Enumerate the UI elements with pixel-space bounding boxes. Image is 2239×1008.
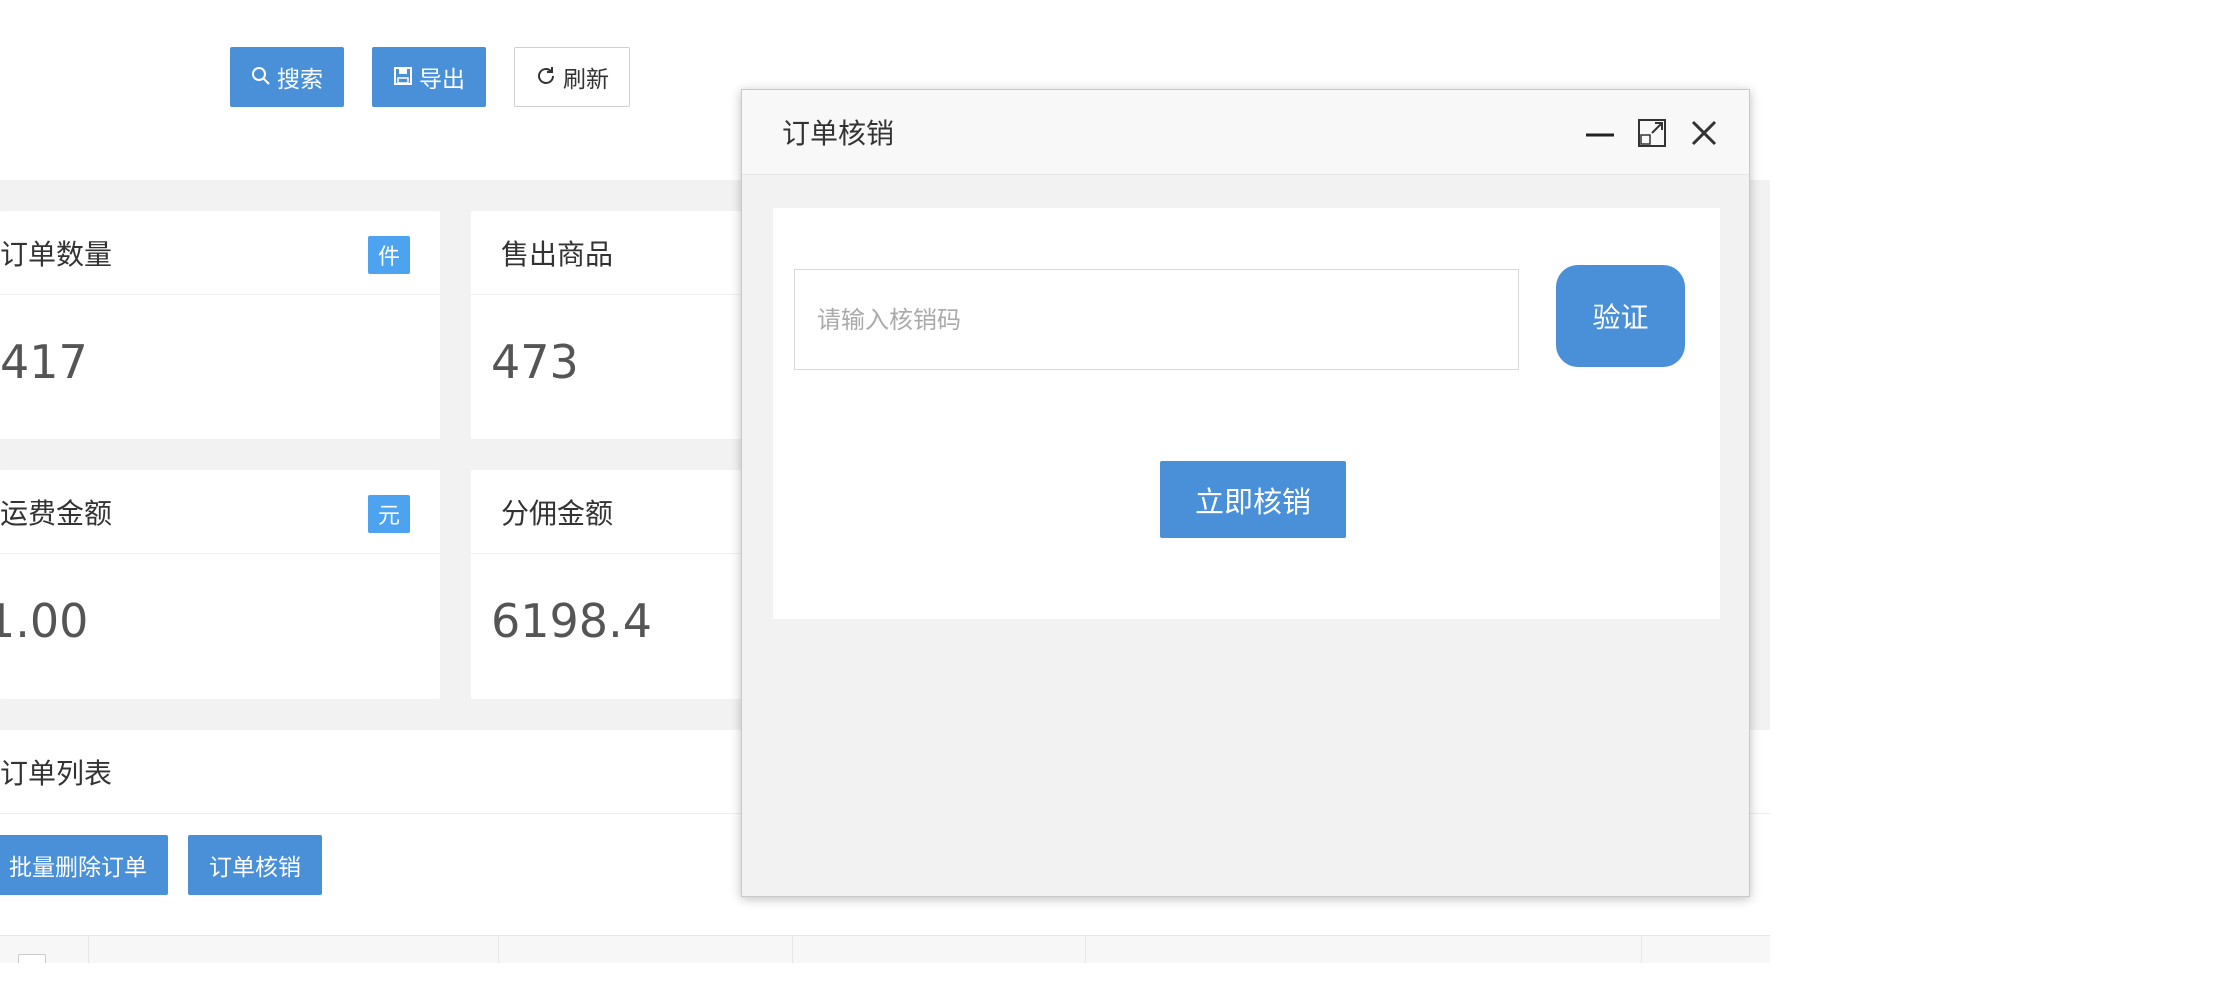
stat-card-shipping-amount: 运费金额 元 1.00 (0, 470, 440, 699)
stat-value: 473 (491, 335, 579, 389)
save-icon (393, 66, 413, 89)
table-header (0, 935, 1770, 963)
verify-order-button[interactable]: 订单核销 (188, 835, 322, 895)
stat-value: 417 (0, 335, 88, 389)
refresh-icon (535, 65, 557, 90)
verify-now-label: 立即核销 (1194, 484, 1311, 519)
dialog-title: 订单核销 (782, 117, 895, 150)
stat-card-commission-amount: 分佣金额 6198.4 (471, 470, 741, 699)
select-all-checkbox[interactable] (18, 954, 46, 963)
top-toolbar: 搜索 导出 刷新 (230, 47, 630, 107)
verify-order-label: 订单核销 (209, 855, 301, 881)
verify-button-label: 验证 (1592, 301, 1649, 334)
minimize-icon[interactable] (1585, 118, 1615, 148)
search-icon (251, 66, 271, 89)
order-list-title: 订单列表 (0, 756, 113, 790)
unit-badge: 件 (367, 236, 410, 274)
stat-card-items-sold: 售出商品 473 (471, 211, 741, 439)
stat-value: 6198.4 (491, 594, 652, 648)
verify-button[interactable]: 验证 (1556, 265, 1685, 367)
close-icon[interactable] (1689, 118, 1719, 148)
refresh-button[interactable]: 刷新 (514, 47, 630, 107)
search-button[interactable]: 搜索 (230, 47, 344, 107)
refresh-button-label: 刷新 (563, 67, 609, 93)
order-verify-dialog: 订单核销 验证 立即核销 (741, 89, 1750, 897)
dialog-header: 订单核销 (742, 90, 1749, 175)
batch-delete-label: 批量删除订单 (9, 855, 147, 881)
verify-now-button[interactable]: 立即核销 (1160, 461, 1346, 538)
verify-code-input[interactable] (794, 269, 1519, 370)
dialog-body: 验证 立即核销 (773, 208, 1720, 619)
maximize-icon[interactable] (1637, 118, 1667, 148)
stat-value: 1.00 (0, 594, 89, 648)
export-button-label: 导出 (419, 67, 465, 93)
search-button-label: 搜索 (277, 67, 323, 93)
export-button[interactable]: 导出 (372, 47, 486, 107)
stat-card-order-count: 订单数量 件 417 (0, 211, 440, 439)
batch-delete-button[interactable]: 批量删除订单 (0, 835, 168, 895)
unit-badge: 元 (367, 495, 410, 533)
stat-title: 分佣金额 (501, 496, 614, 530)
stat-title: 订单数量 (0, 237, 113, 271)
stat-title: 售出商品 (501, 237, 614, 271)
stat-title: 运费金额 (0, 496, 113, 530)
